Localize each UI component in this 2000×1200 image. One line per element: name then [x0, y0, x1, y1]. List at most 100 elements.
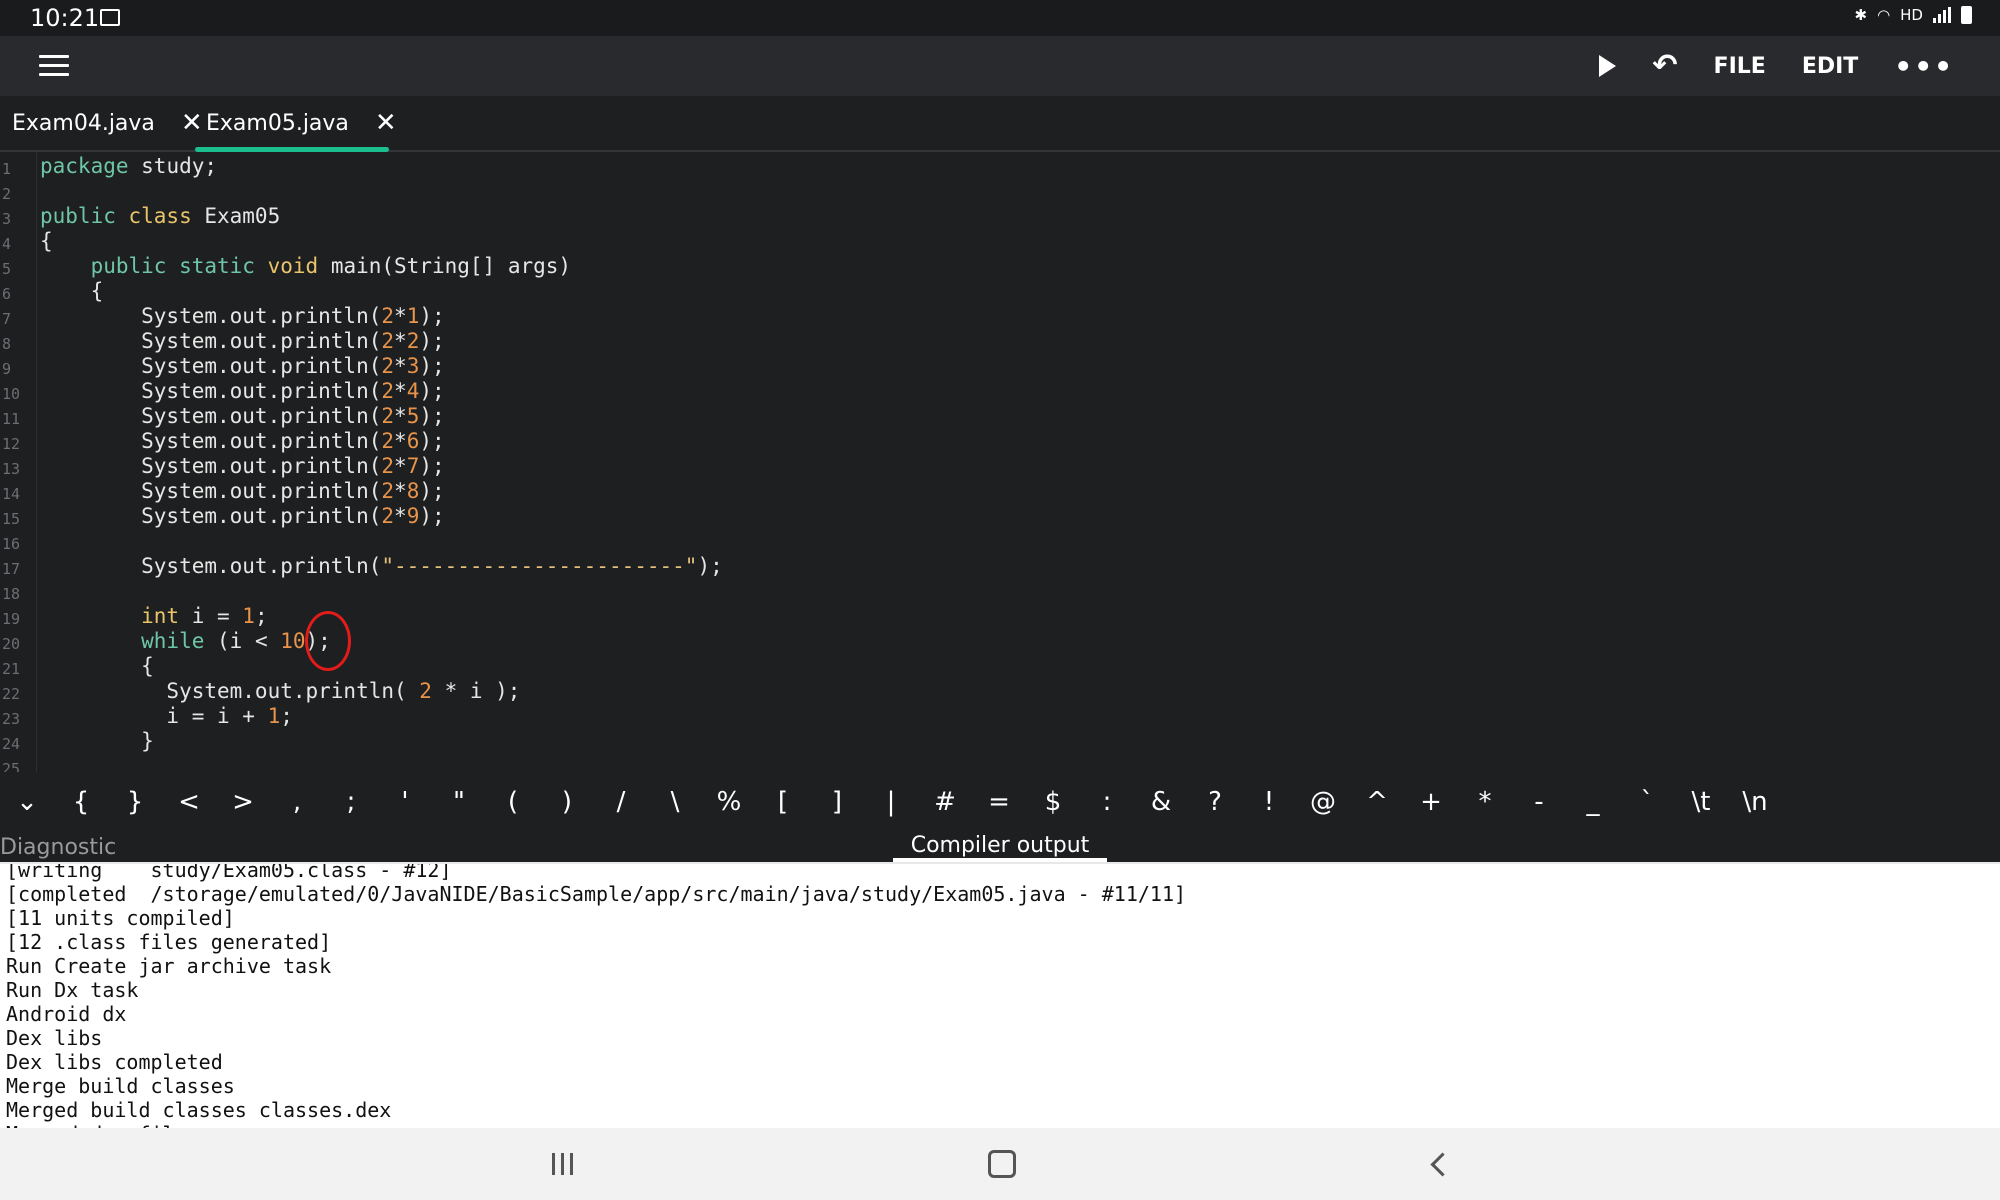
- line-number: 21: [2, 660, 21, 678]
- code-text: study;: [128, 154, 218, 178]
- symbol-key[interactable]: @: [1296, 787, 1350, 817]
- symbol-key[interactable]: ': [378, 787, 432, 817]
- code-editor[interactable]: 1 package study; 2 3 public class Exam05 4…: [0, 152, 2000, 772]
- number: 2: [381, 379, 395, 403]
- symbol-key[interactable]: $: [1026, 787, 1080, 817]
- recents-button[interactable]: [522, 1128, 602, 1200]
- play-icon: [1599, 55, 1617, 77]
- close-icon[interactable]: ✕: [375, 108, 397, 138]
- symbol-key[interactable]: \n: [1728, 787, 1782, 817]
- symbol-key[interactable]: ]: [810, 787, 864, 817]
- code-line: 23 i = i + 1;: [0, 704, 2000, 729]
- home-button[interactable]: [962, 1128, 1042, 1200]
- symbol-key[interactable]: ): [540, 787, 594, 817]
- number: 2: [381, 479, 395, 503]
- line-number: 3: [2, 210, 12, 228]
- code-text: );: [419, 429, 445, 453]
- code-text: {: [40, 654, 154, 678]
- line-number: 7: [2, 310, 12, 328]
- line-number: 17: [2, 560, 21, 578]
- home-icon: [988, 1150, 1016, 1178]
- code-text: *: [394, 479, 407, 503]
- number: 1: [267, 704, 281, 728]
- code-line: 14 System.out.println(2*8);: [0, 479, 2000, 504]
- symbol-key[interactable]: ?: [1188, 787, 1242, 817]
- symbol-key[interactable]: ,: [270, 787, 324, 817]
- symbol-key[interactable]: *: [1458, 787, 1512, 817]
- number: 2: [381, 304, 395, 328]
- back-button[interactable]: [1402, 1128, 1482, 1200]
- tab-diagnostic[interactable]: Diagnostic: [0, 832, 116, 862]
- run-button[interactable]: [1581, 36, 1634, 96]
- line-number: 14: [2, 485, 21, 503]
- code-text: *: [394, 379, 407, 403]
- line-number: 9: [2, 360, 12, 378]
- symbol-key[interactable]: !: [1242, 787, 1296, 817]
- code-text: i =: [179, 604, 243, 628]
- symbol-key[interactable]: \: [648, 787, 702, 817]
- output-line: Dex libs completed: [6, 1050, 223, 1074]
- code-line: 17 System.out.println("-----------------…: [0, 554, 2000, 579]
- code-text: System.out.println(: [40, 454, 382, 478]
- number: 10: [280, 629, 306, 653]
- symbol-key[interactable]: ^: [1350, 787, 1404, 817]
- code-line: 19 int i = 1;: [0, 604, 2000, 629]
- more-options-icon[interactable]: •••: [1876, 36, 1972, 96]
- code-text: System.out.println(: [40, 504, 382, 528]
- code-text: System.out.println(: [40, 479, 382, 503]
- output-line: [writing study/Exam05.class - #12]: [6, 864, 452, 882]
- code-text: (i <: [204, 629, 281, 653]
- status-icons: ✱ ◠ HD: [1854, 6, 1972, 24]
- symbol-key[interactable]: <: [162, 787, 216, 817]
- close-icon[interactable]: ✕: [181, 108, 203, 138]
- menu-icon[interactable]: [39, 55, 69, 77]
- line-number: 25: [2, 760, 21, 772]
- number: 4: [406, 379, 420, 403]
- symbol-key[interactable]: =: [972, 787, 1026, 817]
- symbol-key[interactable]: }: [108, 787, 162, 817]
- symbol-key[interactable]: ": [432, 787, 486, 817]
- code-text: * i );: [431, 679, 521, 703]
- symbol-key[interactable]: ;: [324, 787, 378, 817]
- code-text: *: [394, 304, 407, 328]
- symbol-key[interactable]: {: [54, 787, 108, 817]
- symbol-key[interactable]: >: [216, 787, 270, 817]
- symbol-key[interactable]: +: [1404, 787, 1458, 817]
- code-line: 16: [0, 529, 2000, 554]
- compiler-output-log[interactable]: [writing study/Exam05.class - #12] [compl…: [0, 864, 2000, 1128]
- symbol-key[interactable]: &: [1134, 787, 1188, 817]
- keyword: void: [254, 254, 319, 278]
- symbol-key[interactable]: #: [918, 787, 972, 817]
- symbol-key[interactable]: |: [864, 787, 918, 817]
- symbol-key[interactable]: /: [594, 787, 648, 817]
- number: 8: [406, 479, 420, 503]
- symbol-key[interactable]: _: [1566, 787, 1620, 817]
- symbol-key[interactable]: :: [1080, 787, 1134, 817]
- code-text: );: [419, 504, 445, 528]
- number: 2: [381, 504, 395, 528]
- output-panel-tabs: Diagnostic Compiler output: [0, 832, 2000, 864]
- tab-exam04[interactable]: Exam04.java ✕: [12, 96, 203, 150]
- code-text: System.out.println(: [40, 679, 420, 703]
- undo-button[interactable]: ↶: [1634, 36, 1695, 96]
- symbol-key[interactable]: -: [1512, 787, 1566, 817]
- number: 1: [406, 304, 420, 328]
- symbol-key[interactable]: [: [756, 787, 810, 817]
- file-menu-button[interactable]: FILE: [1696, 36, 1784, 96]
- tab-compiler-output[interactable]: Compiler output: [893, 832, 1107, 862]
- collapse-chevron-icon[interactable]: ⌄: [0, 787, 54, 817]
- code-text: ;: [280, 704, 293, 728]
- symbol-key[interactable]: `: [1620, 787, 1674, 817]
- output-line: Merged build classes classes.dex: [6, 1098, 392, 1122]
- code-line: 7 System.out.println(2*1);: [0, 304, 2000, 329]
- output-line: Merge build classes: [6, 1074, 235, 1098]
- tab-exam05[interactable]: Exam05.java ✕: [206, 96, 397, 150]
- line-number: 24: [2, 735, 21, 753]
- symbol-key[interactable]: (: [486, 787, 540, 817]
- symbol-key[interactable]: \t: [1674, 787, 1728, 817]
- edit-menu-button[interactable]: EDIT: [1784, 36, 1876, 96]
- line-number: 12: [2, 435, 21, 453]
- symbol-key[interactable]: %: [702, 787, 756, 817]
- keyword: class: [115, 204, 192, 228]
- code-line: 13 System.out.println(2*7);: [0, 454, 2000, 479]
